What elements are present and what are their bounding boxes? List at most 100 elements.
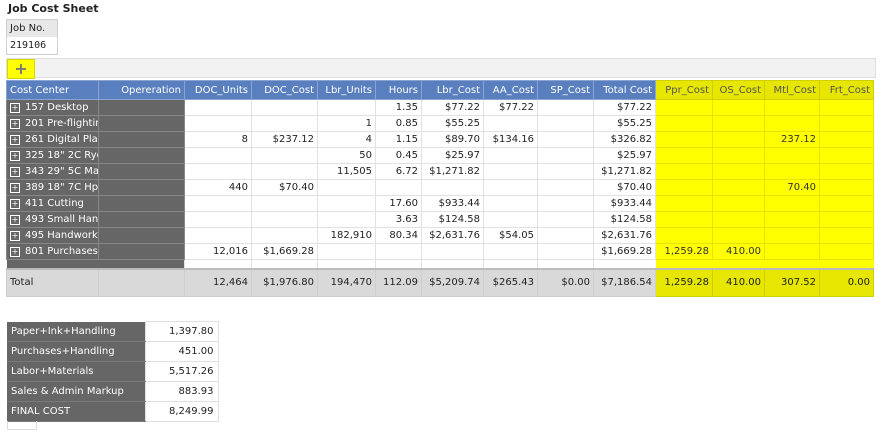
hours-cell xyxy=(375,179,422,196)
col-header-hours[interactable]: Hours xyxy=(375,80,422,100)
spacer-cell xyxy=(317,259,376,269)
expand-row-icon[interactable]: + xyxy=(10,231,20,241)
col-header-ppr-cost[interactable]: Ppr_Cost xyxy=(655,80,713,100)
sp-cost-cell xyxy=(537,243,594,260)
table-row[interactable]: +493 Small Handfed Machines3.63$124.58$1… xyxy=(6,211,874,228)
cost-center-cell: +261 Digital Platemaking xyxy=(6,131,99,148)
ppr-cost-cell xyxy=(655,227,713,244)
expand-row-icon[interactable]: + xyxy=(10,151,20,161)
ppr-cost-cell xyxy=(655,131,713,148)
sp-cost-cell xyxy=(537,115,594,132)
cost-center-label: 495 Handwork xyxy=(25,230,98,241)
expand-row-icon[interactable]: + xyxy=(10,135,20,145)
doc-units-cell xyxy=(184,211,252,228)
os-cost-cell xyxy=(712,227,765,244)
add-row-button[interactable]: + xyxy=(7,59,35,79)
aa-cost-cell xyxy=(483,163,538,180)
job-number-label: Job No. xyxy=(7,20,57,37)
frt-cost-cell xyxy=(819,195,874,212)
operation-cell xyxy=(98,211,185,228)
aa-cost-cell xyxy=(483,243,538,260)
table-row[interactable]: +411 Cutting 17.60 $933.44 $933.44 xyxy=(6,195,874,212)
col-header-cost-center[interactable]: Cost Center xyxy=(6,80,99,100)
cost-center-cell: +389 18" 7C Hp Indigo 5000 xyxy=(6,179,99,196)
col-header-frt-cost[interactable]: Frt_Cost xyxy=(819,80,874,100)
total-mtl-cost-cell: 307.52 xyxy=(764,267,820,297)
grid-header-row: Cost Center Opereration DOC_Units DOC_Co… xyxy=(6,80,874,100)
expand-row-icon[interactable]: + xyxy=(10,199,20,209)
expand-row-icon[interactable]: + xyxy=(10,247,20,257)
col-header-sp-cost[interactable]: SP_Cost xyxy=(537,80,594,100)
spacer-cell xyxy=(819,259,874,269)
expand-row-icon[interactable]: + xyxy=(10,103,20,113)
hours-cell: 3.63 xyxy=(375,211,422,228)
table-row[interactable]: +325 18" 2C Ryobi 3302500.45$25.97$25.97 xyxy=(6,147,874,164)
hours-cell xyxy=(375,243,422,260)
mtl-cost-cell xyxy=(764,211,820,228)
col-header-doc-cost[interactable]: DOC_Cost xyxy=(251,80,318,100)
spacer-cell xyxy=(764,259,820,269)
ppr-cost-cell: 1,259.28 xyxy=(655,243,713,260)
cost-center-label: 411 Cutting xyxy=(25,198,84,209)
summary-value: 5,517.26 xyxy=(144,361,219,382)
table-row[interactable]: +801 Purchases: Virginia12,016$1,669.28$… xyxy=(6,243,874,260)
table-row[interactable]: +389 18" 7C Hp Indigo 5000440$70.40$70.4… xyxy=(6,179,874,196)
summary-row: Purchases+Handling 451.00 xyxy=(7,341,219,362)
table-row[interactable]: +495 Handwork 182,910 80.34 $2,631.76 $54.05… xyxy=(6,227,874,244)
table-row[interactable]: +201 Pre-flighting10.85$55.25$55.25 xyxy=(6,115,874,132)
frt-cost-cell xyxy=(819,147,874,164)
spacer-cell xyxy=(375,259,422,269)
spacer-row xyxy=(6,259,874,269)
cost-center-label: 493 Small Handfed Machines xyxy=(25,214,99,225)
doc-cost-cell xyxy=(251,195,318,212)
os-cost-cell xyxy=(712,195,765,212)
col-header-mtl-cost[interactable]: Mtl_Cost xyxy=(764,80,820,100)
ppr-cost-cell xyxy=(655,195,713,212)
lbr-cost-cell: $124.58 xyxy=(421,211,484,228)
expand-row-icon[interactable]: + xyxy=(10,167,20,177)
lbr-units-cell xyxy=(317,195,376,212)
cost-center-label: 201 Pre-flighting xyxy=(25,118,98,129)
expand-row-icon[interactable]: + xyxy=(10,215,20,225)
sp-cost-cell xyxy=(537,163,594,180)
sp-cost-cell xyxy=(537,227,594,244)
os-cost-cell xyxy=(712,99,765,116)
table-row[interactable]: +157 Desktop 1.35 $77.22 $77.22 $77.22 xyxy=(6,99,874,116)
operation-cell xyxy=(98,147,185,164)
sp-cost-cell xyxy=(537,131,594,148)
frt-cost-cell xyxy=(819,115,874,132)
col-header-operation[interactable]: Opereration xyxy=(98,80,185,100)
spacer-cell xyxy=(6,259,99,269)
table-row[interactable]: +343 29" 5C Man Roland 30511,5056.72$1,2… xyxy=(6,163,874,180)
cost-center-cell: +201 Pre-flighting xyxy=(6,115,99,132)
sp-cost-cell xyxy=(537,99,594,116)
expand-row-icon[interactable]: + xyxy=(10,119,20,129)
ppr-cost-cell xyxy=(655,179,713,196)
spacer-cell xyxy=(184,259,252,269)
aa-cost-cell: $77.22 xyxy=(483,99,538,116)
col-header-lbr-cost[interactable]: Lbr_Cost xyxy=(421,80,484,100)
os-cost-cell xyxy=(712,211,765,228)
expand-row-icon[interactable]: + xyxy=(10,183,20,193)
lbr-units-cell: 11,505 xyxy=(317,163,376,180)
total-cell: $70.40 xyxy=(593,179,656,196)
col-header-os-cost[interactable]: OS_Cost xyxy=(712,80,765,100)
col-header-lbr-units[interactable]: Lbr_Units xyxy=(317,80,376,100)
summary-row: FINAL COST 8,249.99 xyxy=(7,401,219,422)
mtl-cost-cell xyxy=(764,243,820,260)
aa-cost-cell: $134.16 xyxy=(483,131,538,148)
os-cost-cell: 410.00 xyxy=(712,243,765,260)
col-header-doc-units[interactable]: DOC_Units xyxy=(184,80,252,100)
total-frt-cost-cell: 0.00 xyxy=(819,267,874,297)
table-row[interactable]: +261 Digital Platemaking 8$237.1241.15$89… xyxy=(6,131,874,148)
spacer-cell xyxy=(593,259,656,269)
col-header-aa-cost[interactable]: AA_Cost xyxy=(483,80,538,100)
frt-cost-cell xyxy=(819,227,874,244)
doc-cost-cell: $1,669.28 xyxy=(251,243,318,260)
page-title: Job Cost Sheet xyxy=(8,2,99,15)
summary-value: 1,397.80 xyxy=(144,321,219,342)
col-header-total-cost[interactable]: Total Cost xyxy=(593,80,656,100)
lbr-units-cell xyxy=(317,179,376,196)
lbr-units-cell xyxy=(317,99,376,116)
total-cell: $326.82 xyxy=(593,131,656,148)
